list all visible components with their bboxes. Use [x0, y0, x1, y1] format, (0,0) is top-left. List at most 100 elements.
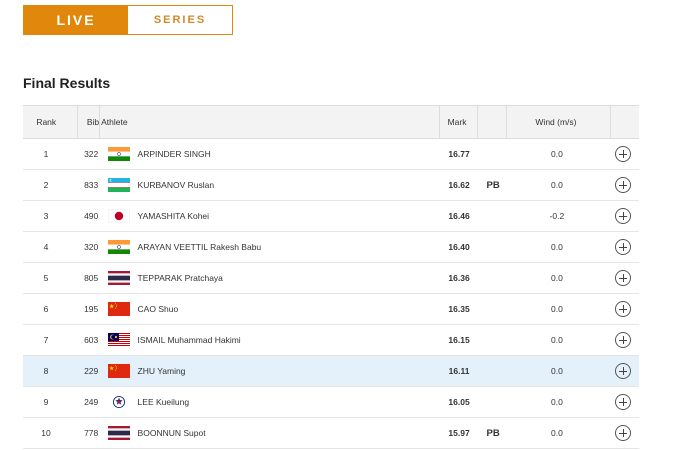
- rank-cell: 4: [43, 242, 49, 252]
- wind-cell: 0.0: [551, 242, 563, 252]
- rank-cell: 3: [43, 211, 49, 221]
- wind-cell: 0.0: [551, 180, 563, 190]
- header-wind: Wind (m/s): [535, 117, 577, 127]
- expand-plus-icon[interactable]: [615, 363, 632, 379]
- bib-cell: 229: [84, 366, 99, 376]
- athlete-name: TEPPARAK Pratchaya: [137, 273, 223, 283]
- flag-cell: [103, 395, 134, 409]
- athlete-name: LEE Kueilung: [137, 397, 190, 407]
- china-flag-icon: [107, 364, 130, 378]
- rank-cell: 9: [43, 397, 49, 407]
- bib-cell: 833: [84, 180, 99, 190]
- bib-cell: 603: [84, 335, 99, 345]
- mark-cell: 16.11: [448, 366, 470, 376]
- header-divider: [477, 106, 478, 139]
- expand-cell: [608, 270, 639, 286]
- bib-cell: 320: [84, 242, 99, 252]
- bib-cell: 490: [84, 211, 99, 221]
- header-divider: [506, 106, 507, 139]
- athlete-name: ZHU Yaming: [137, 366, 186, 376]
- table-header: Rank Bib Athlete Mark Wind (m/s): [23, 105, 639, 139]
- expand-cell: [608, 332, 639, 348]
- table-row: 5 805 TEPPARAK Pratchaya 16.36 0.0: [23, 263, 639, 294]
- table-row: 9 249 LEE Kueilung 16.05 0.0: [23, 387, 639, 418]
- expand-plus-icon[interactable]: [615, 270, 632, 286]
- tab-live[interactable]: LIVE: [24, 6, 128, 34]
- wind-cell: 0.0: [551, 397, 563, 407]
- wind-cell: 0.0: [551, 428, 563, 438]
- india-flag-icon: [107, 147, 130, 161]
- expand-cell: [608, 425, 639, 441]
- rank-cell: 10: [41, 428, 51, 438]
- record-note: PB: [486, 179, 500, 191]
- flag-cell: [103, 240, 134, 254]
- table-row: 4 320 ARAYAN VEETTIL Rakesh Babu 16.40 0.0: [23, 232, 639, 263]
- wind-cell: 0.0: [551, 273, 563, 283]
- rank-cell: 5: [43, 273, 49, 283]
- expand-cell: [608, 208, 639, 224]
- india-flag-icon: [107, 240, 130, 254]
- table-row: 2 833 KURBANOV Ruslan 16.62 PB 0.0: [23, 170, 639, 201]
- athlete-name: CAO Shuo: [137, 304, 179, 314]
- header-divider: [77, 106, 78, 139]
- table-row: 8 229 ZHU Yaming 16.11 0.0: [23, 356, 639, 387]
- japan-flag-icon: [107, 209, 130, 223]
- bib-cell: 805: [84, 273, 99, 283]
- wind-cell: 0.0: [551, 335, 563, 345]
- results-tabs: LIVE SERIES: [23, 5, 233, 35]
- expand-plus-icon[interactable]: [615, 239, 632, 255]
- rank-cell: 1: [43, 149, 49, 159]
- rank-cell: 6: [43, 304, 49, 314]
- thailand-flag-icon: [107, 271, 130, 285]
- expand-plus-icon[interactable]: [615, 301, 632, 317]
- wind-cell: -0.2: [549, 211, 565, 221]
- results-table: Rank Bib Athlete Mark Wind (m/s) 1 322 ARP…: [23, 105, 639, 449]
- header-rank: Rank: [36, 117, 57, 127]
- mark-cell: 16.77: [448, 149, 470, 159]
- flag-cell: [103, 209, 134, 223]
- uzbekistan-flag-icon: [107, 178, 130, 192]
- flag-cell: [103, 302, 134, 316]
- header-divider: [610, 106, 611, 139]
- table-row: 3 490 YAMASHITA Kohei 16.46 -0.2: [23, 201, 639, 232]
- expand-plus-icon[interactable]: [615, 208, 632, 224]
- athlete-name: ARAYAN VEETTIL Rakesh Babu: [137, 242, 262, 252]
- wind-cell: 0.0: [551, 149, 563, 159]
- wind-cell: 0.0: [551, 304, 563, 314]
- athlete-name: ARPINDER SINGH: [137, 149, 211, 159]
- bib-cell: 322: [84, 149, 99, 159]
- athlete-name: KURBANOV Ruslan: [137, 180, 215, 190]
- thailand-flag-icon: [107, 426, 130, 440]
- table-row: 6 195 CAO Shuo 16.35 0.0: [23, 294, 639, 325]
- page-title: Final Results: [23, 75, 111, 91]
- expand-cell: [608, 177, 639, 193]
- wind-cell: 0.0: [551, 366, 563, 376]
- flag-cell: [103, 364, 134, 378]
- tab-series[interactable]: SERIES: [128, 6, 232, 34]
- rank-cell: 7: [43, 335, 49, 345]
- athlete-name: ISMAIL Muhammad Hakimi: [137, 335, 241, 345]
- expand-plus-icon[interactable]: [615, 394, 632, 410]
- expand-cell: [608, 363, 639, 379]
- table-row: 10 778 BOONNUN Supot 15.97 PB 0.0: [23, 418, 639, 449]
- mark-cell: 16.35: [448, 304, 470, 314]
- header-divider: [99, 106, 100, 139]
- flag-cell: [103, 271, 134, 285]
- table-row: 1 322 ARPINDER SINGH 16.77 0.0: [23, 139, 639, 170]
- expand-plus-icon[interactable]: [615, 425, 632, 441]
- athlete-name: YAMASHITA Kohei: [137, 211, 210, 221]
- rank-cell: 2: [43, 180, 49, 190]
- bib-cell: 778: [84, 428, 99, 438]
- header-athlete: Athlete: [101, 117, 128, 127]
- flag-cell: [103, 178, 134, 192]
- bib-cell: 195: [84, 304, 99, 314]
- expand-plus-icon[interactable]: [615, 332, 632, 348]
- expand-plus-icon[interactable]: [615, 146, 632, 162]
- expand-cell: [608, 301, 639, 317]
- header-divider: [439, 106, 440, 139]
- bib-cell: 249: [84, 397, 99, 407]
- expand-plus-icon[interactable]: [615, 177, 632, 193]
- mark-cell: 16.15: [448, 335, 470, 345]
- table-row: 7 603 ISMAIL Muhammad Hakimi 16.15 0.0: [23, 325, 639, 356]
- mark-cell: 15.97: [448, 428, 470, 438]
